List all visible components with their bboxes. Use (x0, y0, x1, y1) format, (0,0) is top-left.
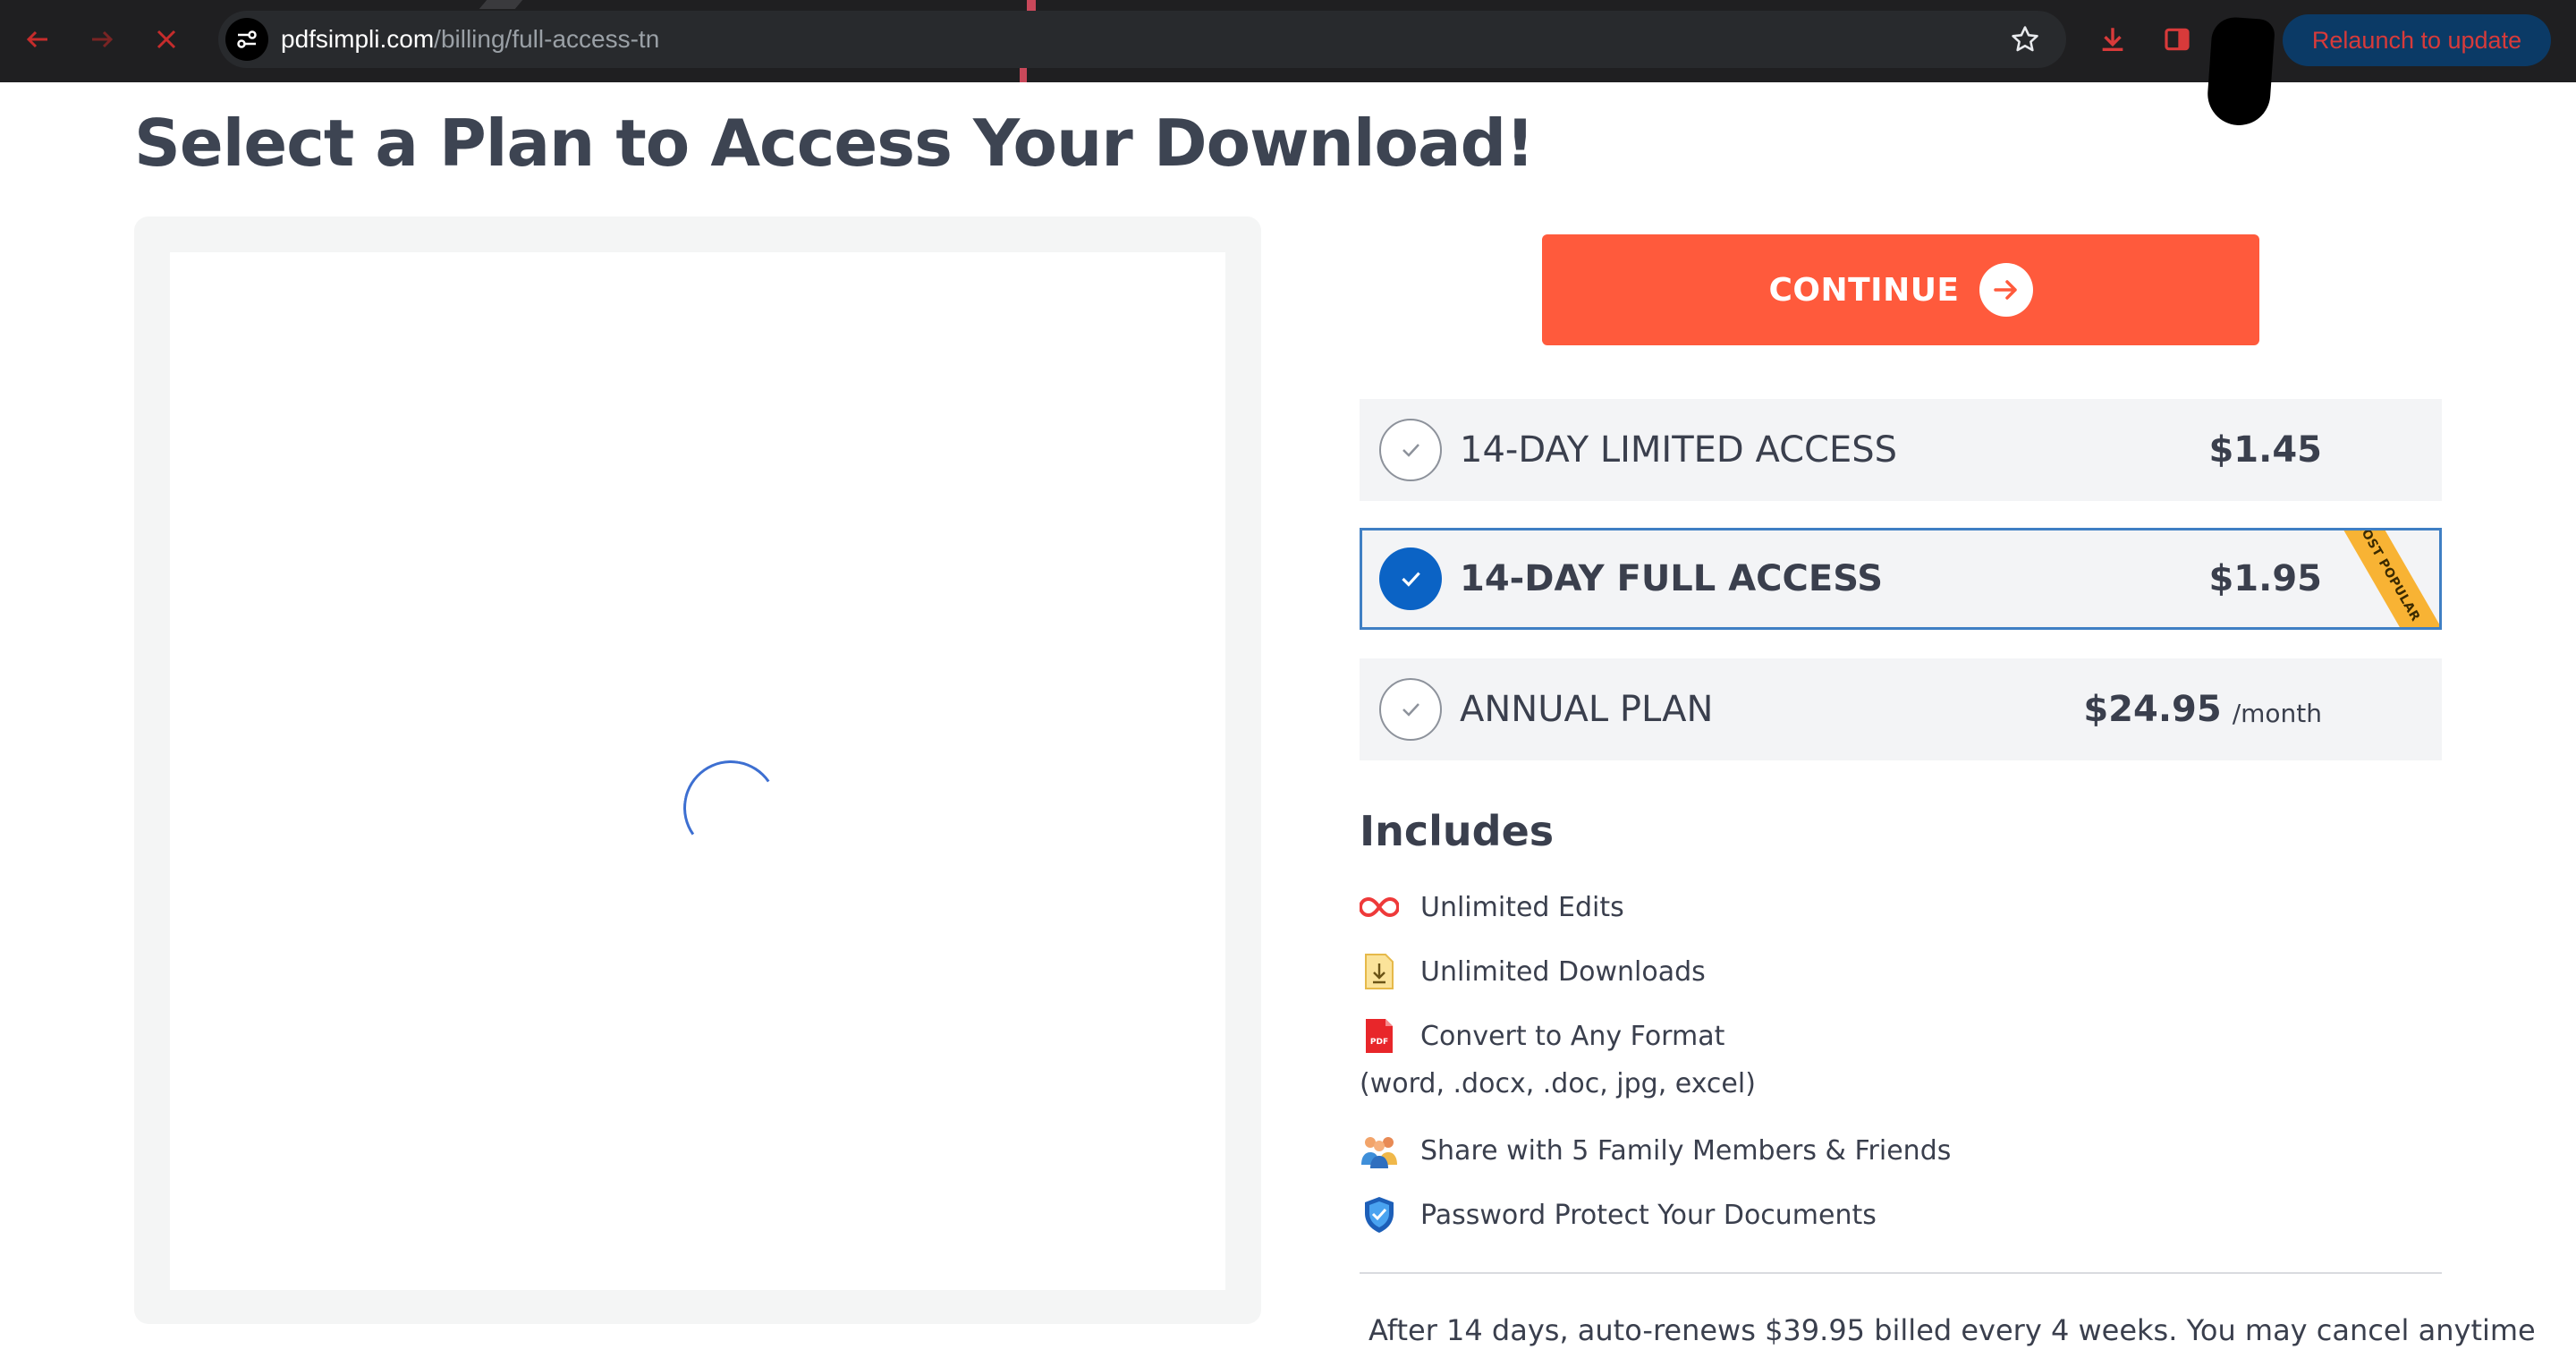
forward-arrow-icon[interactable] (82, 20, 122, 59)
svg-text:PDF: PDF (1370, 1038, 1388, 1047)
star-icon[interactable] (2007, 21, 2043, 57)
shield-icon (1360, 1195, 1399, 1235)
download-file-icon (1360, 952, 1399, 991)
side-panel-icon[interactable] (2159, 21, 2195, 57)
selected-check-icon[interactable] (1379, 547, 1442, 610)
close-icon[interactable] (147, 20, 186, 59)
plan-name: ANNUAL PLAN (1460, 689, 1714, 730)
most-popular-badge: MOST POPULAR (2322, 530, 2439, 627)
feature-item: Unlimited Edits (1360, 887, 1624, 927)
divider (1360, 1272, 2442, 1274)
loading-spinner-icon (675, 752, 786, 863)
redaction-mark (2205, 15, 2276, 128)
download-icon[interactable] (2095, 21, 2131, 57)
url-host: pdfsimpli.com (281, 25, 435, 53)
radio-check-icon[interactable] (1379, 678, 1442, 741)
feature-item: Password Protect Your Documents (1360, 1195, 1877, 1235)
back-arrow-icon[interactable] (18, 20, 57, 59)
feature-text: Share with 5 Family Members & Friends (1420, 1134, 1952, 1167)
infinity-icon (1360, 887, 1399, 927)
arrow-right-icon (1979, 263, 2033, 317)
background-streak (1027, 0, 1036, 11)
plan-price: $1.45 (2208, 399, 2322, 501)
feature-item: PDF Convert to Any Format (1360, 1016, 1724, 1056)
address-bar[interactable]: pdfsimpli.com/billing/full-access-tn (218, 11, 2066, 68)
plan-option-14-day-limited[interactable]: 14-DAY LIMITED ACCESS $1.45 (1360, 399, 2442, 501)
url-text[interactable]: pdfsimpli.com/billing/full-access-tn (281, 11, 659, 68)
plan-price-period: /month (2232, 698, 2322, 728)
feature-item: Share with 5 Family Members & Friends (1360, 1131, 1951, 1170)
continue-button[interactable]: CONTINUE (1542, 234, 2259, 345)
radio-check-icon[interactable] (1379, 419, 1442, 481)
plan-price-value: $1.45 (2208, 429, 2322, 471)
document-preview-panel (134, 216, 1261, 1324)
plan-price-value: $24.95 (2083, 689, 2222, 730)
plan-price-value: $1.95 (2208, 558, 2322, 599)
page-title: Select a Plan to Access Your Download! (134, 106, 1535, 181)
browser-toolbar: pdfsimpli.com/billing/full-access-tn Rel… (0, 0, 2576, 82)
plan-name: 14-DAY LIMITED ACCESS (1460, 429, 1898, 471)
plan-name: 14-DAY FULL ACCESS (1460, 558, 1884, 599)
feature-text: Convert to Any Format (1420, 1020, 1725, 1052)
auto-renew-disclaimer: After 14 days, auto-renews $39.95 billed… (1368, 1313, 2536, 1347)
feature-item: Unlimited Downloads (1360, 952, 1706, 991)
background-streak (1020, 68, 1027, 82)
plan-price: $24.95/month (2083, 658, 2322, 760)
url-path: /billing/full-access-tn (434, 25, 660, 53)
feature-text: Unlimited Edits (1420, 891, 1624, 923)
plan-option-14-day-full[interactable]: 14-DAY FULL ACCESS $1.95 MOST POPULAR (1360, 528, 2442, 630)
pdf-file-icon: PDF (1360, 1016, 1399, 1056)
includes-heading: Includes (1360, 807, 1555, 855)
people-icon (1360, 1131, 1399, 1170)
plan-option-annual[interactable]: ANNUAL PLAN $24.95/month (1360, 658, 2442, 760)
feature-subtext: (word, .docx, .doc, jpg, excel) (1360, 1068, 1756, 1099)
feature-text: Password Protect Your Documents (1420, 1199, 1877, 1231)
background-streak (479, 0, 523, 9)
document-preview (170, 252, 1225, 1290)
site-info-icon[interactable] (225, 18, 268, 61)
relaunch-to-update-button[interactable]: Relaunch to update (2283, 14, 2551, 66)
continue-button-label: CONTINUE (1768, 271, 1960, 309)
plan-price: $1.95 (2208, 530, 2322, 627)
feature-text: Unlimited Downloads (1420, 955, 1706, 988)
